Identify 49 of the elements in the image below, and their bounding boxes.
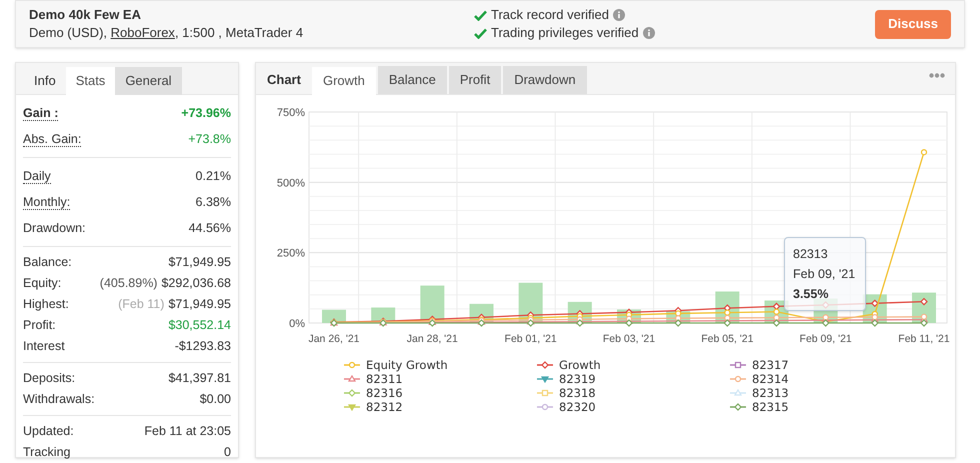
- x-tick-label: Feb 11, '21: [898, 333, 950, 345]
- stat-value: 0: [224, 444, 231, 462]
- stat-label: Daily: [23, 168, 51, 184]
- stat-value: $30,552.14: [168, 317, 231, 334]
- stat-label: Updated:: [23, 423, 74, 440]
- tooltip-value: 3.55%: [793, 286, 830, 303]
- stat-label: Interest: [23, 338, 65, 356]
- stat-note: (Feb 11): [118, 296, 164, 314]
- x-tick-label: Feb 03, '21: [602, 333, 656, 345]
- stat-value: $0.00: [200, 391, 231, 408]
- tooltip-date: Feb 09, '21: [793, 266, 856, 283]
- stat-label: Tracking: [23, 444, 70, 462]
- stat-label: Abs. Gain:: [23, 132, 82, 146]
- y-tick-label: 750%: [276, 107, 305, 119]
- stat-value: Feb 11 at 23:05: [144, 423, 231, 440]
- account-details: Demo (USD), RoboForex, 1:500 , MetaTrader 4: [29, 24, 304, 42]
- x-tick-label: Jan 28, '21: [406, 333, 458, 345]
- stat-value: +73.96%: [181, 104, 231, 122]
- verification-label: Track record verified: [491, 6, 609, 24]
- y-tick-label: 0%: [289, 318, 305, 330]
- stat-label: Gain :: [23, 106, 58, 120]
- stat-value: 44.56%: [188, 220, 231, 237]
- x-tick-label: Feb 01, '21: [504, 333, 557, 345]
- stat-note: (405.89%): [100, 275, 158, 292]
- stat-value: +73.8%: [188, 130, 231, 148]
- stat-value: $71,949.95: [168, 254, 231, 272]
- x-tick-label: Feb 05, '21: [701, 333, 754, 345]
- x-tick-label: Jan 26, '21: [308, 333, 360, 345]
- stat-label: Highest:: [23, 296, 69, 314]
- verification-label: Trading privileges verified: [491, 24, 639, 42]
- stat-value: 6.38%: [196, 194, 231, 211]
- stat-label: Withdrawals:: [23, 391, 95, 408]
- account-title: Demo 40k Few EA: [29, 6, 142, 24]
- chart-heading: Chart: [266, 71, 302, 89]
- y-tick-label: 500%: [276, 177, 305, 190]
- y-tick-label: 250%: [276, 248, 305, 260]
- stat-value: $292,036.68: [161, 275, 231, 292]
- stat-value: $41,397.81: [168, 370, 231, 388]
- stat-label: Profit:: [23, 317, 56, 334]
- stat-value: $71,949.95: [168, 296, 231, 314]
- x-tick-label: Feb 09, '21: [800, 333, 852, 345]
- stat-label: Balance:: [23, 254, 72, 272]
- stat-label: Monthly:: [23, 194, 70, 210]
- tooltip-series: 82313: [793, 246, 829, 263]
- stat-label: Equity:: [23, 275, 62, 292]
- stat-label: Drawdown:: [23, 220, 86, 237]
- stat-label: Deposits:: [23, 370, 76, 388]
- stat-value: -$1293.83: [174, 338, 231, 356]
- stat-value: 0.21%: [196, 168, 231, 185]
